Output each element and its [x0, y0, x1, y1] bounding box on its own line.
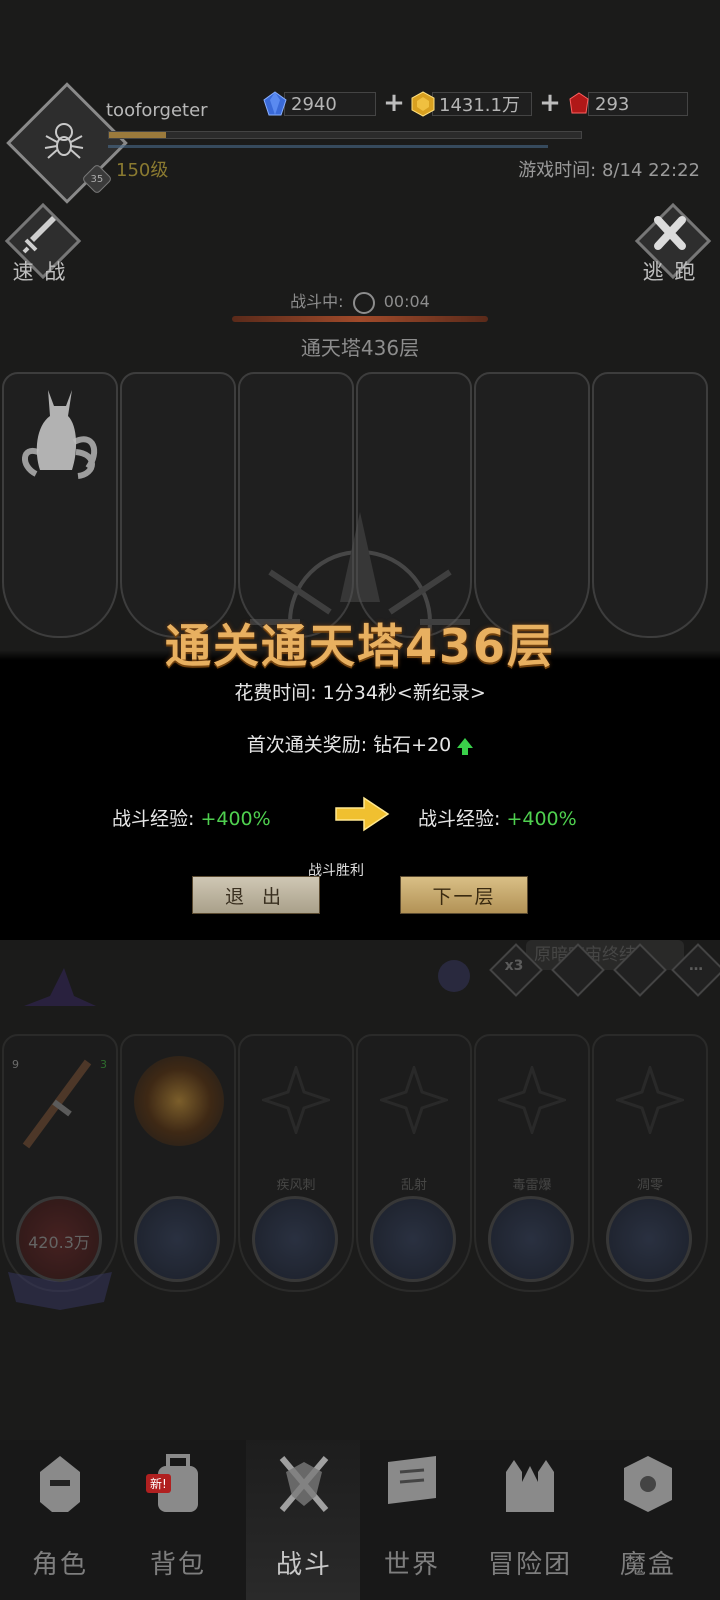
- skill-orb[interactable]: [370, 1196, 456, 1282]
- green-up-arrow-icon: [457, 737, 474, 755]
- nav-item-battle[interactable]: 战斗: [244, 1444, 364, 1594]
- modal-title: 通关通天塔436层: [164, 619, 556, 673]
- currency-ruby: 293: [566, 92, 688, 116]
- pet-button[interactable]: [551, 943, 605, 997]
- castle-icon: [506, 1460, 554, 1512]
- victory-label: 战斗胜利: [308, 863, 364, 879]
- enemy-slot[interactable]: [474, 372, 590, 638]
- bag-button[interactable]: [613, 943, 667, 997]
- chat-button[interactable]: …: [671, 943, 720, 997]
- flee-button[interactable]: 逃 跑: [634, 202, 712, 284]
- red-ruby-icon: [569, 92, 589, 114]
- equipment-card[interactable]: 9 3 420.3万: [2, 1034, 118, 1292]
- musket-icon: [22, 1059, 92, 1149]
- skill-card[interactable]: 疾风刺: [238, 1034, 354, 1292]
- nav-item-adventure-group[interactable]: 冒险团: [470, 1444, 590, 1594]
- nav-item-character[interactable]: 角色: [0, 1444, 120, 1594]
- xp-bar-secondary: [108, 145, 548, 148]
- next-floor-button[interactable]: 下一层: [400, 876, 528, 914]
- locked-star-icon: [498, 1066, 566, 1134]
- exp-before: 战斗经验: +400%: [112, 808, 271, 830]
- skill-orb[interactable]: [606, 1196, 692, 1282]
- wizard-hat-icon: [24, 968, 96, 1006]
- spellbook-icon: [8, 1272, 112, 1310]
- currency-diamond: 2940 +: [262, 90, 406, 116]
- helmet-icon: [40, 1456, 80, 1512]
- locked-star-icon: [380, 1066, 448, 1134]
- nav-item-magic-box[interactable]: 魔盒: [588, 1444, 708, 1594]
- exp-after: 战斗经验: +400%: [418, 808, 577, 830]
- currency-gold: 1431.1万 +: [410, 90, 562, 117]
- fireball-icon: [134, 1056, 224, 1146]
- skill-orb[interactable]: [488, 1196, 574, 1282]
- username: tooforgeter: [106, 100, 208, 121]
- right-arrow-icon: [335, 796, 390, 832]
- skill-card[interactable]: 乱射: [356, 1034, 472, 1292]
- nine-tailed-fox-icon: [22, 390, 98, 479]
- spider-avatar-icon: [44, 123, 84, 159]
- equip-badge-left: 9: [12, 1058, 19, 1071]
- xp-bar: [108, 131, 582, 139]
- new-badge: 新!: [146, 1474, 171, 1493]
- dragon-emblem-icon: [438, 960, 470, 992]
- enemy-slot[interactable]: [592, 372, 708, 638]
- nav-item-backpack[interactable]: 新! 背包: [118, 1444, 238, 1594]
- locked-star-icon: [616, 1066, 684, 1134]
- enemy-slot[interactable]: [120, 372, 236, 638]
- exit-button[interactable]: 退 出: [192, 876, 320, 914]
- first-clear-reward: 首次通关奖励: 钻石+20: [0, 730, 720, 757]
- magic-box-icon: [624, 1456, 672, 1512]
- crossed-swords-icon: [279, 1456, 329, 1512]
- tower-floor: 通天塔436层: [300, 336, 420, 360]
- battle-status: 战斗中: 00:04: [0, 288, 720, 314]
- close-x-icon: [654, 216, 686, 250]
- time-spent: 花费时间: 1分34秒<新纪录>: [234, 682, 486, 704]
- skill-orb[interactable]: [134, 1196, 220, 1282]
- player-level: 150级: [116, 160, 169, 181]
- sword-icon: [22, 216, 56, 254]
- enemy-slot[interactable]: [2, 372, 118, 638]
- scroll-map-icon: [388, 1456, 436, 1504]
- add-gold-button[interactable]: +: [538, 90, 562, 116]
- locked-star-icon: [262, 1066, 330, 1134]
- game-time: 游戏时间: 8/14 22:22: [518, 160, 700, 181]
- nav-item-world[interactable]: 世界: [352, 1444, 472, 1594]
- skill-orb[interactable]: [252, 1196, 338, 1282]
- skill-card[interactable]: 凋零: [592, 1034, 708, 1292]
- skill-card[interactable]: 毒雷爆: [474, 1034, 590, 1292]
- speed-x3-button[interactable]: x3: [489, 943, 543, 997]
- blue-diamond-icon: [263, 91, 287, 116]
- equip-badge-right: 3: [100, 1058, 107, 1071]
- skill-card[interactable]: [120, 1034, 236, 1292]
- gold-gem-icon: [411, 91, 435, 117]
- battle-progress-bar: [232, 316, 488, 322]
- alarm-clock-icon: [352, 291, 375, 314]
- quick-battle-button[interactable]: 速 战: [4, 202, 82, 284]
- add-diamond-button[interactable]: +: [382, 90, 406, 116]
